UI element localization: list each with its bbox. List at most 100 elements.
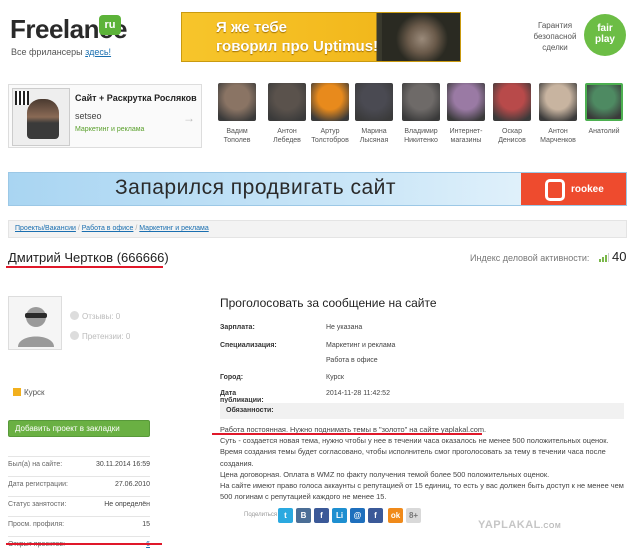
location-icon <box>13 388 21 396</box>
vkontakte-icon[interactable]: B <box>296 508 311 523</box>
promo-user[interactable]: setseo <box>75 111 102 121</box>
freelancer-card[interactable]: Оскар Денисов <box>489 83 535 145</box>
breadcrumb: Проекты/Вакансии / Работа в офисе / Марк… <box>8 220 627 238</box>
freelancer-card[interactable]: Вадим Тополев <box>214 83 260 145</box>
odnoklassniki-icon[interactable]: ok <box>388 508 403 523</box>
freelancer-card[interactable]: Анатолий <box>581 83 627 136</box>
promo-card[interactable]: Сайт + Раскрутка Росляков setseo Маркети… <box>8 84 202 148</box>
red-underline-projects <box>6 543 162 545</box>
facebook-icon[interactable]: f <box>368 508 383 523</box>
duty-line: Суть - создается новая тема, нужно чтобы… <box>220 436 609 446</box>
fairplay-logo[interactable]: fair play <box>584 14 626 56</box>
field-label: Специализация: <box>220 342 277 349</box>
duty-line: На сайте имеют право голоса аккаунты с р… <box>220 481 624 502</box>
freelancer-photo <box>447 83 485 121</box>
freelancer-last-name: Никитенко <box>404 137 438 144</box>
open-projects-link[interactable]: 6 <box>146 537 150 554</box>
red-underline-name <box>6 266 163 268</box>
profile-stats: Был(а) на сайте: 30.11.2014 16:59 Дата ре… <box>8 456 150 554</box>
freelancer-card[interactable]: Марина Лысяная <box>351 83 397 145</box>
reviews-icon <box>70 311 79 320</box>
watermark-suffix: .COM <box>540 523 562 530</box>
duties-header: Обязанности: <box>220 403 624 419</box>
freelancer-photo <box>355 83 393 121</box>
freelancer-card[interactable]: Интернет-магазины <box>443 83 489 145</box>
fairplay-word2: play <box>594 34 615 45</box>
twitter-icon[interactable]: t <box>278 508 293 523</box>
project-title: Проголосовать за сообщение на сайте <box>220 296 437 310</box>
watermark-text: YAPLAKAL <box>478 519 541 531</box>
arrow-right-icon[interactable]: → <box>183 111 195 125</box>
page-title: Дмитрий Чертков (666666) <box>8 250 169 265</box>
guarantee-text[interactable]: Гарантия безопасной сделки <box>520 20 590 53</box>
freelancer-first-name: Антон <box>548 128 568 135</box>
top-banner-line1: Я же тебе <box>216 19 287 36</box>
tagline-link[interactable]: здесь! <box>85 47 111 57</box>
claims-row[interactable]: Претензии: 0 <box>70 327 130 347</box>
field-value: Маркетинг и реклама <box>326 342 396 349</box>
qr-code-icon <box>15 91 29 105</box>
field-value: 2014-11-28 11:42:52 <box>326 390 390 397</box>
claims-count: Претензии: 0 <box>82 332 131 341</box>
freelancer-first-name: Антон <box>277 128 297 135</box>
freelancer-first-name: Оскар <box>502 128 522 135</box>
facebook-like-icon[interactable]: f <box>314 508 329 523</box>
ratings: Отзывы: 0 Претензии: 0 <box>70 307 130 347</box>
freelancer-photo <box>493 83 531 121</box>
share-label: Поделиться <box>244 512 278 518</box>
banner-image <box>382 13 460 61</box>
top-banner-line2: говорил про Uptimus! <box>216 38 379 55</box>
freelancer-first-name: Артур <box>320 128 340 135</box>
freelancer-card[interactable]: Антон Марченков <box>535 83 581 145</box>
stat-row: Дата регистрации: 27.06.2010 <box>8 476 150 496</box>
rookee-ad-banner[interactable]: Запарился продвигать сайт rookee <box>8 172 627 206</box>
freelancer-card[interactable]: Артур Толстобров <box>307 83 353 145</box>
avatar[interactable] <box>8 296 62 350</box>
watermark: YAPLAKAL.COM <box>478 519 561 531</box>
google-plus-icon[interactable]: 8+ <box>406 508 421 523</box>
rookee-logo-icon <box>545 179 565 201</box>
duty-line: Время создания темы будет согласовано, ч… <box>220 447 606 468</box>
freelancer-first-name: Интернет- <box>449 128 483 135</box>
add-bookmark-button[interactable]: Добавить проект в закладки <box>8 420 150 437</box>
freelancer-last-name: магазины <box>450 137 482 144</box>
freelancer-name: Артур Толстобров <box>307 127 353 145</box>
breadcrumb-item-office[interactable]: Работа в офисе <box>82 225 134 232</box>
freelancer-first-name: Марина <box>361 128 387 135</box>
field-label: Город: <box>220 374 244 381</box>
freelancer-last-name: Тополев <box>223 137 251 144</box>
freelancer-last-name: Лебедев <box>273 137 301 144</box>
breadcrumb-item-marketing[interactable]: Маркетинг и реклама <box>139 225 208 232</box>
freelancer-last-name: Толстобров <box>311 137 349 144</box>
freelancer-photo <box>402 83 440 121</box>
field-value: Работа в офисе <box>326 357 378 364</box>
freelancer-name: Анатолий <box>581 127 627 136</box>
stat-label: Был(а) на сайте: <box>8 461 63 468</box>
tagline-text: Все фрилансеры <box>11 47 83 57</box>
freelancer-card[interactable]: Владимир Никитенко <box>398 83 444 145</box>
stat-value: 27.06.2010 <box>114 481 150 488</box>
duties-text: Работа постоянная. Нужно поднимать темы … <box>220 424 624 502</box>
livejournal-icon[interactable]: Li <box>332 508 347 523</box>
freelancer-photo <box>585 83 623 121</box>
fairplay-word1: fair <box>597 23 613 34</box>
freelancer-last-name: Денисов <box>498 137 526 144</box>
reviews-row[interactable]: Отзывы: 0 <box>70 307 130 327</box>
stat-value: 30.11.2014 16:59 <box>96 461 150 468</box>
promo-category: Маркетинг и реклама <box>75 126 145 133</box>
tagline: Все фрилансеры здесь! <box>11 47 111 57</box>
freelancer-photo <box>218 83 256 121</box>
field-value: Не указана <box>326 324 363 331</box>
promo-thumbnail <box>12 88 70 146</box>
freelancer-card[interactable]: Антон Лебедев <box>264 83 310 145</box>
stat-label: Статус занятости: <box>8 501 67 508</box>
breadcrumb-item-projects[interactable]: Проекты/Вакансии <box>15 225 76 232</box>
promo-photo <box>27 99 59 139</box>
duty-line: Цена договорная. Оплата в WMZ по факту п… <box>220 469 550 479</box>
mail-icon[interactable]: @ <box>350 508 365 523</box>
rookee-brand-block: rookee <box>521 173 626 205</box>
top-ad-banner[interactable]: Я же тебе говорил про Uptimus! <box>181 12 461 62</box>
stat-label: Открыт проектов: <box>8 537 65 554</box>
field-label: Дата публикации: <box>220 390 264 404</box>
promo-title[interactable]: Сайт + Раскрутка Росляков <box>75 93 197 103</box>
